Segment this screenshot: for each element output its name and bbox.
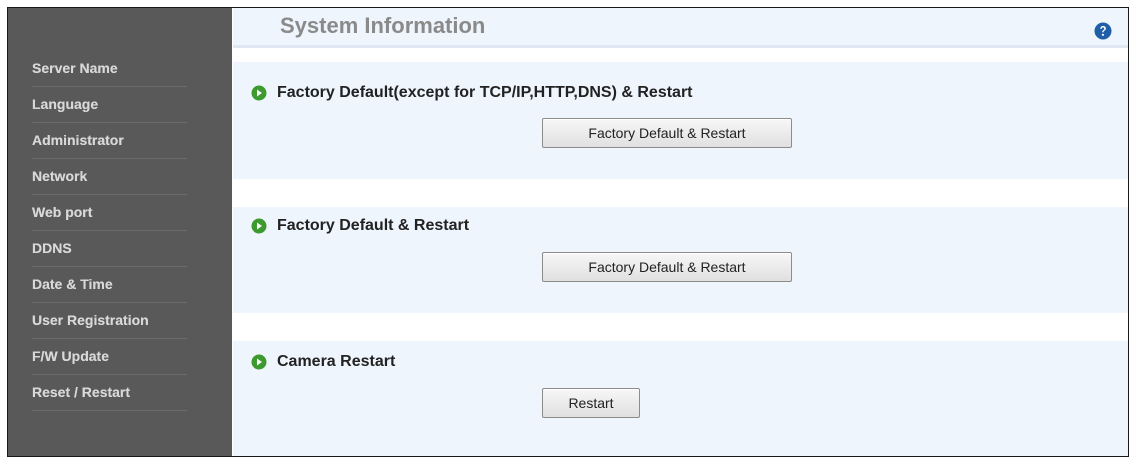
question-circle-icon[interactable] xyxy=(1094,22,1112,40)
sidebar-item-server-name[interactable]: Server Name xyxy=(32,52,187,87)
section-title-text: Factory Default & Restart xyxy=(277,217,470,234)
sidebar-item-administrator[interactable]: Administrator xyxy=(32,123,187,159)
green-arrow-bullet-icon xyxy=(251,354,267,370)
green-arrow-bullet-icon xyxy=(251,218,267,234)
sidebar-item-date-time[interactable]: Date & Time xyxy=(32,267,187,303)
sidebar-nav: Server Name Language Administrator Netwo… xyxy=(32,52,187,411)
page-header: System Information xyxy=(233,8,1128,48)
app-frame: Server Name Language Administrator Netwo… xyxy=(7,7,1129,457)
sidebar-item-ddns[interactable]: DDNS xyxy=(32,231,187,267)
section-factory-default-except-network: Factory Default(except for TCP/IP,HTTP,D… xyxy=(233,62,1128,179)
camera-restart-button[interactable]: Restart xyxy=(542,388,640,418)
green-arrow-bullet-icon xyxy=(251,85,267,101)
section-title: Factory Default(except for TCP/IP,HTTP,D… xyxy=(251,84,693,102)
section-title-text: Camera Restart xyxy=(277,353,396,370)
sidebar-item-web-port[interactable]: Web port xyxy=(32,195,187,231)
section-title: Factory Default & Restart xyxy=(251,217,469,235)
sidebar-item-language[interactable]: Language xyxy=(32,87,187,123)
sidebar-item-fw-update[interactable]: F/W Update xyxy=(32,339,187,375)
section-title: Camera Restart xyxy=(251,353,395,371)
sidebar-item-network[interactable]: Network xyxy=(32,159,187,195)
sidebar-item-reset-restart[interactable]: Reset / Restart xyxy=(32,375,187,411)
section-factory-default: Factory Default & Restart Factory Defaul… xyxy=(233,207,1128,313)
factory-default-restart-except-network-button[interactable]: Factory Default & Restart xyxy=(542,118,792,148)
section-camera-restart: Camera Restart Restart xyxy=(233,341,1128,456)
section-title-text: Factory Default(except for TCP/IP,HTTP,D… xyxy=(277,84,693,101)
sidebar: Server Name Language Administrator Netwo… xyxy=(8,8,232,456)
page-title: System Information xyxy=(280,13,486,38)
main-content: System Information Factory Default(excep… xyxy=(233,8,1128,456)
factory-default-restart-button[interactable]: Factory Default & Restart xyxy=(542,252,792,282)
sidebar-item-user-registration[interactable]: User Registration xyxy=(32,303,187,339)
